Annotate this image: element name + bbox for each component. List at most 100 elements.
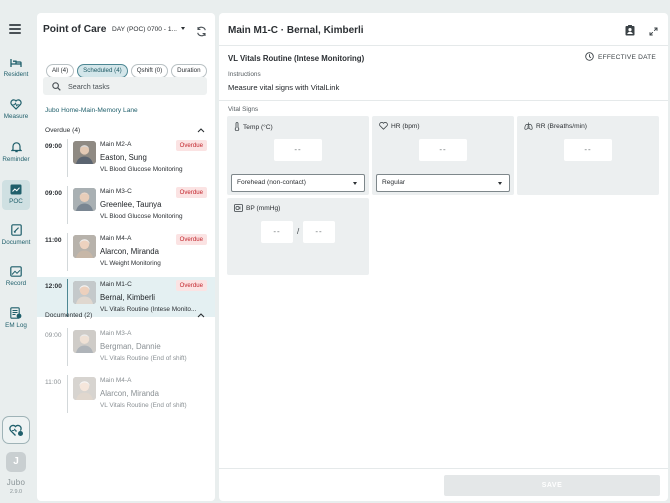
filter-scheduled[interactable]: Scheduled (4) xyxy=(77,64,128,78)
task-time: 11:00 xyxy=(45,379,62,386)
search-input[interactable] xyxy=(68,79,200,93)
rr-label: RR (Breaths/min) xyxy=(536,123,587,130)
temp-label: Temp (°C) xyxy=(243,124,273,131)
nav-emlog[interactable]: EM Log xyxy=(0,307,32,329)
resident-name: Easton, Sung xyxy=(100,153,147,162)
hr-rhythm-select[interactable]: Regular xyxy=(376,174,510,192)
refresh-icon xyxy=(197,26,206,37)
temp-method-value: Forehead (non-contact) xyxy=(237,179,306,186)
nav-label: Reminder xyxy=(2,156,30,163)
filter-duration[interactable]: Duration xyxy=(171,64,207,78)
status-badge: Overdue xyxy=(175,234,207,245)
person-icon xyxy=(73,330,96,353)
panel-title: Point of Care xyxy=(43,24,107,35)
nav-document[interactable]: Document xyxy=(0,224,32,246)
nav-reminder[interactable]: Reminder xyxy=(0,141,32,163)
task-time: 09:00 xyxy=(45,143,62,150)
menu-icon[interactable] xyxy=(9,24,21,34)
task-room: Main M3-A xyxy=(100,330,132,337)
search-icon xyxy=(52,82,61,91)
bed-icon xyxy=(10,59,22,67)
clock-icon xyxy=(585,52,594,61)
resident-name: Alarcon, Miranda xyxy=(100,389,159,398)
shift-select[interactable]: DAY (POC) 0700 - 1... xyxy=(112,26,185,33)
hr-card: HR (bpm) -- Regular xyxy=(372,116,514,195)
user-avatar[interactable]: J xyxy=(6,452,26,472)
task-panel-header: Point of Care DAY (POC) 0700 - 1... xyxy=(43,24,209,38)
temp-card: Temp (°C) -- Forehead (non-contact) xyxy=(227,116,369,195)
status-badge: Overdue xyxy=(175,187,207,198)
task-item[interactable]: 09:00 Main M3-C Overdue Greenlee, Taunya… xyxy=(37,184,215,224)
effective-date-label: EFFECTIVE DATE xyxy=(598,54,656,61)
thermometer-icon xyxy=(234,122,240,132)
nav-resident[interactable]: Resident xyxy=(0,58,32,78)
task-description: VL Weight Monitoring xyxy=(100,260,161,267)
person-icon xyxy=(73,235,96,258)
chevron-down-icon xyxy=(498,182,502,185)
person-icon xyxy=(73,377,96,400)
bp-systolic-input[interactable]: -- xyxy=(261,221,293,243)
bell-icon xyxy=(10,142,22,153)
task-item[interactable]: 09:00 Main M2-A Overdue Easton, Sung VL … xyxy=(37,137,215,177)
documented-section-header[interactable]: Documented (2) xyxy=(45,312,207,319)
nav-label: EM Log xyxy=(5,322,27,329)
chevron-up-icon[interactable] xyxy=(197,127,205,133)
overdue-section-header[interactable]: Overdue (4) xyxy=(45,127,207,134)
detail-title: Main M1-C · Bernal, Kimberli xyxy=(228,25,364,36)
expand-button[interactable] xyxy=(649,23,658,41)
task-item-documented[interactable]: 09:00 Main M3-A Bergman, Dannie VL Vital… xyxy=(37,326,215,366)
task-item-documented[interactable]: 11:00 Main M4-A Alarcon, Miranda VL Vita… xyxy=(37,373,215,413)
resident-photo xyxy=(73,141,96,164)
filter-all[interactable]: All (4) xyxy=(46,64,75,78)
bp-separator: / xyxy=(297,227,300,236)
person-icon xyxy=(73,281,96,304)
save-button[interactable]: SAVE xyxy=(444,475,660,496)
resident-profile-button[interactable] xyxy=(625,23,635,41)
filter-qshift[interactable]: Qshift (0) xyxy=(130,64,169,78)
task-description: VL Vitals Routine (End of shift) xyxy=(100,355,187,362)
timeline-bar xyxy=(67,328,69,366)
effective-date-button[interactable]: EFFECTIVE DATE xyxy=(585,52,656,61)
timeline-bar xyxy=(67,139,69,177)
chevron-down-icon xyxy=(180,27,185,30)
filter-chips: All (4) Scheduled (4) Qshift (0) Duration xyxy=(46,59,210,78)
hr-title: HR (bpm) xyxy=(379,122,420,130)
hr-value-input[interactable]: -- xyxy=(419,139,467,161)
nav-label: Resident xyxy=(3,71,29,78)
task-item-selected[interactable]: 12:00 Main M1-C Overdue Bernal, Kimberli… xyxy=(37,277,215,317)
heart-pulse-icon xyxy=(10,99,22,110)
rr-title: RR (Breaths/min) xyxy=(524,122,587,130)
task-room: Main M3-C xyxy=(100,188,132,195)
temp-method-select[interactable]: Forehead (non-contact) xyxy=(231,174,365,192)
person-icon xyxy=(73,141,96,164)
status-badge: Overdue xyxy=(175,280,207,291)
hr-label: HR (bpm) xyxy=(391,123,420,130)
nav-label: POC xyxy=(9,198,23,205)
temp-value-input[interactable]: -- xyxy=(274,139,322,161)
timeline-bar xyxy=(67,233,69,271)
header-divider xyxy=(219,45,668,46)
refresh-button[interactable] xyxy=(196,24,207,42)
task-time: 09:00 xyxy=(45,332,62,339)
nav-poc[interactable]: POC xyxy=(2,180,30,210)
documented-header-label: Documented (2) xyxy=(45,312,93,319)
nav-label: Document xyxy=(1,239,31,246)
bp-diastolic-input[interactable]: -- xyxy=(303,221,335,243)
nav-measure[interactable]: Measure xyxy=(0,99,32,120)
nav-rail: Resident Measure Reminder POC Document R… xyxy=(0,0,32,503)
facility-name: Jubo Home-Main-Memory Lane xyxy=(45,107,138,114)
bp-label: BP (mmHg) xyxy=(246,205,281,212)
task-item[interactable]: 11:00 Main M4-A Overdue Alarcon, Miranda… xyxy=(37,231,215,271)
resident-name: Bernal, Kimberli xyxy=(100,293,156,302)
task-room: Main M4-A xyxy=(100,377,132,384)
task-time: 09:00 xyxy=(45,190,62,197)
rr-value-input[interactable]: -- xyxy=(564,139,612,161)
chevron-up-icon[interactable] xyxy=(197,312,205,318)
contact-card-icon xyxy=(625,25,635,36)
vitals-device-button[interactable] xyxy=(2,416,30,444)
heart-link-icon xyxy=(9,424,23,436)
temp-title: Temp (°C) xyxy=(234,122,273,132)
heart-icon xyxy=(379,122,388,130)
hr-rhythm-value: Regular xyxy=(382,179,406,186)
nav-record[interactable]: Record xyxy=(0,266,32,287)
